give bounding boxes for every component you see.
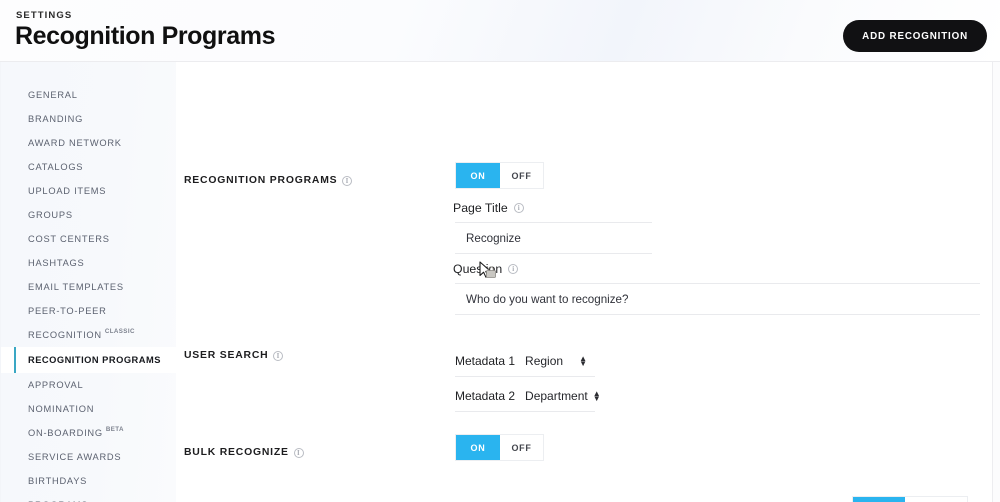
metadata-1-select[interactable]: Region ▲ ▼ bbox=[525, 354, 587, 368]
sidebar-item-label: AWARD NETWORK bbox=[28, 138, 122, 148]
page-title: Recognition Programs bbox=[15, 22, 276, 50]
sidebar-item-programs[interactable]: PROGRAMS bbox=[0, 493, 176, 502]
section-label-recognition-programs-text: RECOGNITION PROGRAMS bbox=[184, 175, 338, 186]
sidebar-item-label: GENERAL bbox=[28, 90, 78, 100]
sidebar-item-label: EMAIL TEMPLATES bbox=[28, 282, 124, 292]
sidebar-item-branding[interactable]: BRANDING bbox=[0, 107, 176, 131]
sidebar-item-email-templates[interactable]: EMAIL TEMPLATES bbox=[0, 275, 176, 299]
breadcrumb-settings: SETTINGS bbox=[16, 10, 73, 21]
add-recognition-button[interactable]: ADD RECOGNITION bbox=[843, 20, 987, 52]
stepper-arrows-icon[interactable]: ▲ ▼ bbox=[579, 355, 587, 368]
metadata-2-value: Department bbox=[525, 389, 588, 403]
sidebar-item-label: APPROVAL bbox=[28, 380, 84, 390]
sidebar-item-label: CATALOGS bbox=[28, 162, 84, 172]
metadata-2-select[interactable]: Department ▲ ▼ bbox=[525, 389, 601, 403]
sidebar-item-label: COST CENTERS bbox=[28, 234, 110, 244]
metadata-2-row: Metadata 2 Department ▲ ▼ bbox=[455, 389, 601, 403]
sidebar-item-approval[interactable]: APPROVAL bbox=[0, 373, 176, 397]
sidebar-item-recognition[interactable]: RECOGNITION CLASSIC bbox=[0, 323, 176, 347]
sidebar-item-label: BIRTHDAYS bbox=[28, 476, 88, 486]
sidebar-item-groups[interactable]: GROUPS bbox=[0, 203, 176, 227]
settings-main-content: RECOGNITION PROGRAMS i ON OFF Page Title… bbox=[176, 62, 992, 502]
page-title-input-rule bbox=[455, 253, 652, 254]
question-field-label-text: Question bbox=[453, 262, 503, 276]
tab-archived[interactable]: ARCHIVED bbox=[905, 497, 967, 502]
active-archived-tabs[interactable]: ACTIVE ARCHIVED bbox=[852, 496, 968, 502]
info-icon[interactable]: i bbox=[513, 203, 524, 213]
sidebar-item-label: PEER-TO-PEER bbox=[28, 306, 107, 316]
sidebar-item-label: RECOGNITION bbox=[28, 330, 102, 340]
metadata-2-rule bbox=[455, 411, 595, 412]
question-field-rule bbox=[455, 283, 980, 284]
sidebar-item-on-boarding[interactable]: ON-BOARDING BETA bbox=[0, 421, 176, 445]
question-input-rule bbox=[455, 314, 980, 315]
info-icon[interactable]: i bbox=[342, 175, 353, 186]
sidebar-item-recognition-programs[interactable]: RECOGNITION PROGRAMS bbox=[0, 347, 176, 373]
sidebar-divider bbox=[0, 62, 1, 502]
info-icon[interactable]: i bbox=[293, 447, 304, 458]
recognition-programs-toggle-on[interactable]: ON bbox=[456, 163, 500, 188]
page-title-field-label: Page Title i bbox=[453, 201, 524, 215]
info-icon[interactable]: i bbox=[508, 264, 519, 274]
section-label-bulk-recognize: BULK RECOGNIZE i bbox=[184, 447, 304, 458]
section-label-user-search-text: USER SEARCH bbox=[184, 350, 269, 361]
recognition-programs-toggle-off[interactable]: OFF bbox=[500, 163, 543, 188]
bulk-recognize-toggle-off[interactable]: OFF bbox=[500, 435, 543, 460]
sidebar-item-birthdays[interactable]: BIRTHDAYS bbox=[0, 469, 176, 493]
metadata-1-label: Metadata 1 bbox=[455, 354, 516, 368]
sidebar-item-cost-centers[interactable]: COST CENTERS bbox=[0, 227, 176, 251]
recognition-programs-toggle[interactable]: ON OFF bbox=[455, 162, 544, 189]
section-label-user-search: USER SEARCH i bbox=[184, 350, 284, 361]
sidebar-item-label: GROUPS bbox=[28, 210, 73, 220]
sidebar-item-label: HASHTAGS bbox=[28, 258, 85, 268]
question-input[interactable]: Who do you want to recognize? bbox=[466, 293, 628, 306]
page-title-field-label-text: Page Title bbox=[453, 201, 508, 215]
bulk-recognize-toggle-on[interactable]: ON bbox=[456, 435, 500, 460]
sidebar-item-general[interactable]: GENERAL bbox=[0, 83, 176, 107]
sidebar-item-label: BRANDING bbox=[28, 114, 84, 124]
sidebar-item-label: UPLOAD ITEMS bbox=[28, 186, 107, 196]
metadata-2-label: Metadata 2 bbox=[455, 389, 516, 403]
sidebar-item-label: NOMINATION bbox=[28, 404, 95, 414]
vertical-scrollbar[interactable] bbox=[992, 62, 1000, 502]
sidebar-item-catalogs[interactable]: CATALOGS bbox=[0, 155, 176, 179]
sidebar-item-label: SERVICE AWARDS bbox=[28, 452, 122, 462]
metadata-1-value: Region bbox=[525, 354, 564, 368]
stepper-arrows-icon[interactable]: ▲ ▼ bbox=[593, 390, 601, 403]
section-label-bulk-recognize-text: BULK RECOGNIZE bbox=[184, 447, 289, 458]
sidebar-item-label: RECOGNITION PROGRAMS bbox=[28, 355, 161, 365]
page-title-input[interactable]: Recognize bbox=[466, 232, 521, 245]
sidebar-item-service-awards[interactable]: SERVICE AWARDS bbox=[0, 445, 176, 469]
metadata-1-rule bbox=[455, 376, 595, 377]
page-title-field-rule bbox=[455, 222, 652, 223]
tab-active[interactable]: ACTIVE bbox=[853, 497, 905, 502]
sidebar-item-badge: CLASSIC bbox=[104, 328, 135, 335]
sidebar-item-label: ON-BOARDING bbox=[28, 428, 103, 438]
bulk-recognize-toggle[interactable]: ON OFF bbox=[455, 434, 544, 461]
settings-sidebar[interactable]: GENERAL BRANDING AWARD NETWORK CATALOGS UPLO… bbox=[0, 62, 176, 502]
section-label-recognition-programs: RECOGNITION PROGRAMS i bbox=[184, 175, 353, 186]
sidebar-item-upload-items[interactable]: UPLOAD ITEMS bbox=[0, 179, 176, 203]
page-header: SETTINGS Recognition Programs ADD RECOGN… bbox=[0, 0, 1000, 62]
metadata-1-row: Metadata 1 Region ▲ ▼ bbox=[455, 354, 587, 368]
sidebar-item-hashtags[interactable]: HASHTAGS bbox=[0, 251, 176, 275]
sidebar-item-peer-to-peer[interactable]: PEER-TO-PEER bbox=[0, 299, 176, 323]
sidebar-item-award-network[interactable]: AWARD NETWORK bbox=[0, 131, 176, 155]
sidebar-item-nomination[interactable]: NOMINATION bbox=[0, 397, 176, 421]
info-icon[interactable]: i bbox=[273, 350, 284, 361]
sidebar-item-badge: BETA bbox=[105, 426, 124, 433]
settings-page: SETTINGS Recognition Programs ADD RECOGN… bbox=[0, 0, 1000, 502]
question-field-label: Question i bbox=[453, 262, 519, 276]
